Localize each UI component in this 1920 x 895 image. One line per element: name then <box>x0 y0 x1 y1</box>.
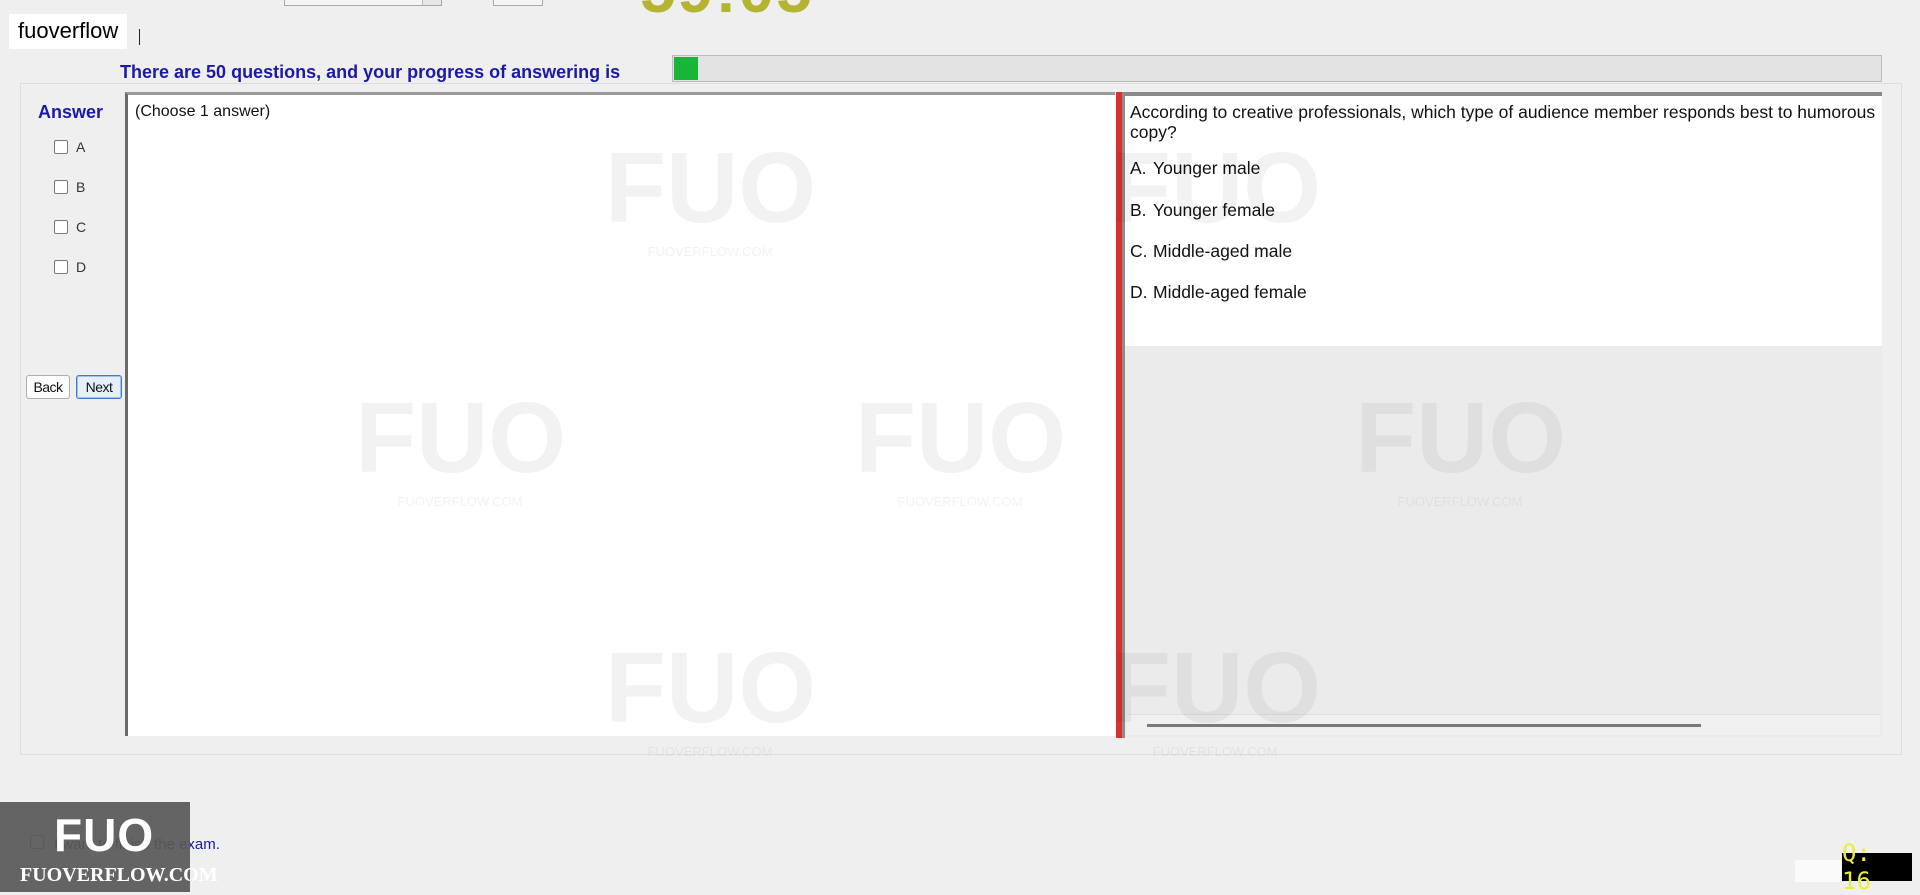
progress-bar <box>672 55 1882 82</box>
scrollbar-thumb[interactable] <box>1147 724 1701 727</box>
logo-mark: FUO <box>54 809 155 861</box>
question-option-letter: D. <box>1130 282 1148 302</box>
choose-hint: (Choose 1 answer) <box>135 103 271 120</box>
answer-option-a[interactable]: A <box>54 139 85 155</box>
checkbox-c[interactable] <box>54 220 68 234</box>
progress-text: There are 50 questions, and your progres… <box>120 62 621 82</box>
back-button[interactable]: Back <box>26 375 70 399</box>
question-counter: Q: 16 <box>1842 839 1912 895</box>
brand-label: fuoverflow <box>9 14 128 49</box>
top-combobox[interactable] <box>284 0 442 6</box>
question-option-letter: B. <box>1130 200 1147 220</box>
question-option-b: B. Younger female <box>1130 200 1275 221</box>
top-small-control[interactable] <box>493 0 543 6</box>
fuoverflow-logo: FUO FUOVERFLOW.COM <box>0 802 218 892</box>
answer-title: Answer <box>38 102 104 122</box>
question-pane: According to creative professionals, whi… <box>1125 92 1882 737</box>
question-option-d: D. Middle-aged female <box>1130 282 1307 303</box>
question-option-text: Middle-aged male <box>1153 241 1293 261</box>
answer-option-label: B <box>76 179 86 195</box>
question-option-text: Middle-aged female <box>1153 282 1307 302</box>
combobox-arrow-icon[interactable] <box>422 0 441 5</box>
horizontal-scrollbar[interactable] <box>1127 714 1880 735</box>
answer-workspace[interactable]: (Choose 1 answer) <box>125 92 1115 736</box>
answer-option-d[interactable]: D <box>54 259 86 275</box>
question-option-letter: C. <box>1130 241 1148 261</box>
answer-option-c[interactable]: C <box>54 219 86 235</box>
question-box: According to creative professionals, whi… <box>1125 92 1882 346</box>
checkbox-a[interactable] <box>54 140 68 154</box>
logo-subtitle: FUOVERFLOW.COM <box>20 864 218 886</box>
answer-option-label: C <box>76 219 87 235</box>
question-option-c: C. Middle-aged male <box>1130 241 1292 262</box>
answer-option-label: D <box>76 259 87 275</box>
question-text: According to creative professionals, whi… <box>1130 102 1876 142</box>
next-button[interactable]: Next <box>76 375 122 399</box>
checkbox-b[interactable] <box>54 180 68 194</box>
question-option-letter: A. <box>1130 158 1147 178</box>
question-option-text: Younger female <box>1153 200 1275 220</box>
exam-timer: 59:05 <box>640 0 814 22</box>
text-cursor <box>139 29 140 45</box>
question-option-text: Younger male <box>1153 158 1261 178</box>
answer-option-b[interactable]: B <box>54 179 85 195</box>
status-field <box>1795 860 1841 882</box>
question-option-a: A. Younger male <box>1130 158 1260 179</box>
progress-bar-fill <box>674 57 698 80</box>
answer-option-label: A <box>76 139 86 155</box>
checkbox-d[interactable] <box>54 260 68 274</box>
